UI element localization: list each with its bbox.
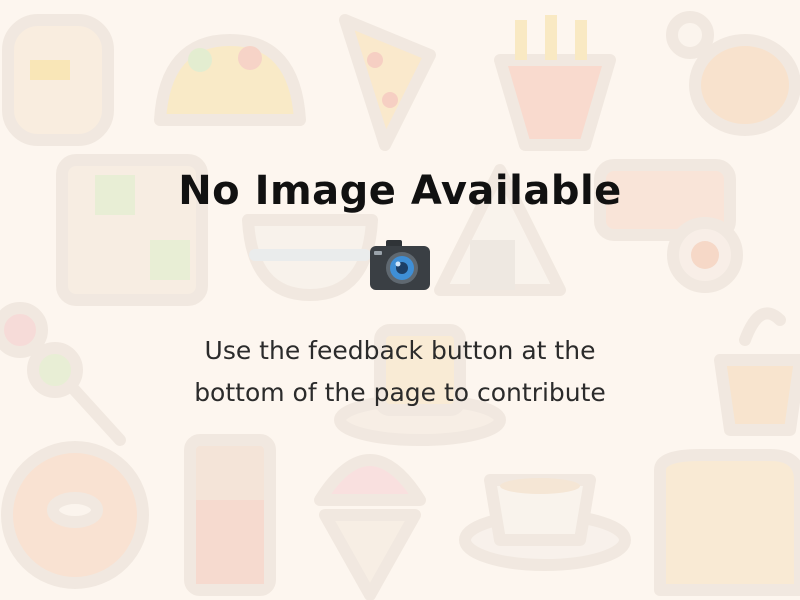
message-line-2: bottom of the page to contribute [194,378,606,407]
camera-icon [368,238,432,292]
no-image-title: No Image Available [178,168,622,214]
no-image-placeholder: No Image Available Use the feedback butt… [0,0,800,600]
message-line-1: Use the feedback button at the [204,336,596,365]
contribute-message: Use the feedback button at the bottom of… [0,330,800,414]
